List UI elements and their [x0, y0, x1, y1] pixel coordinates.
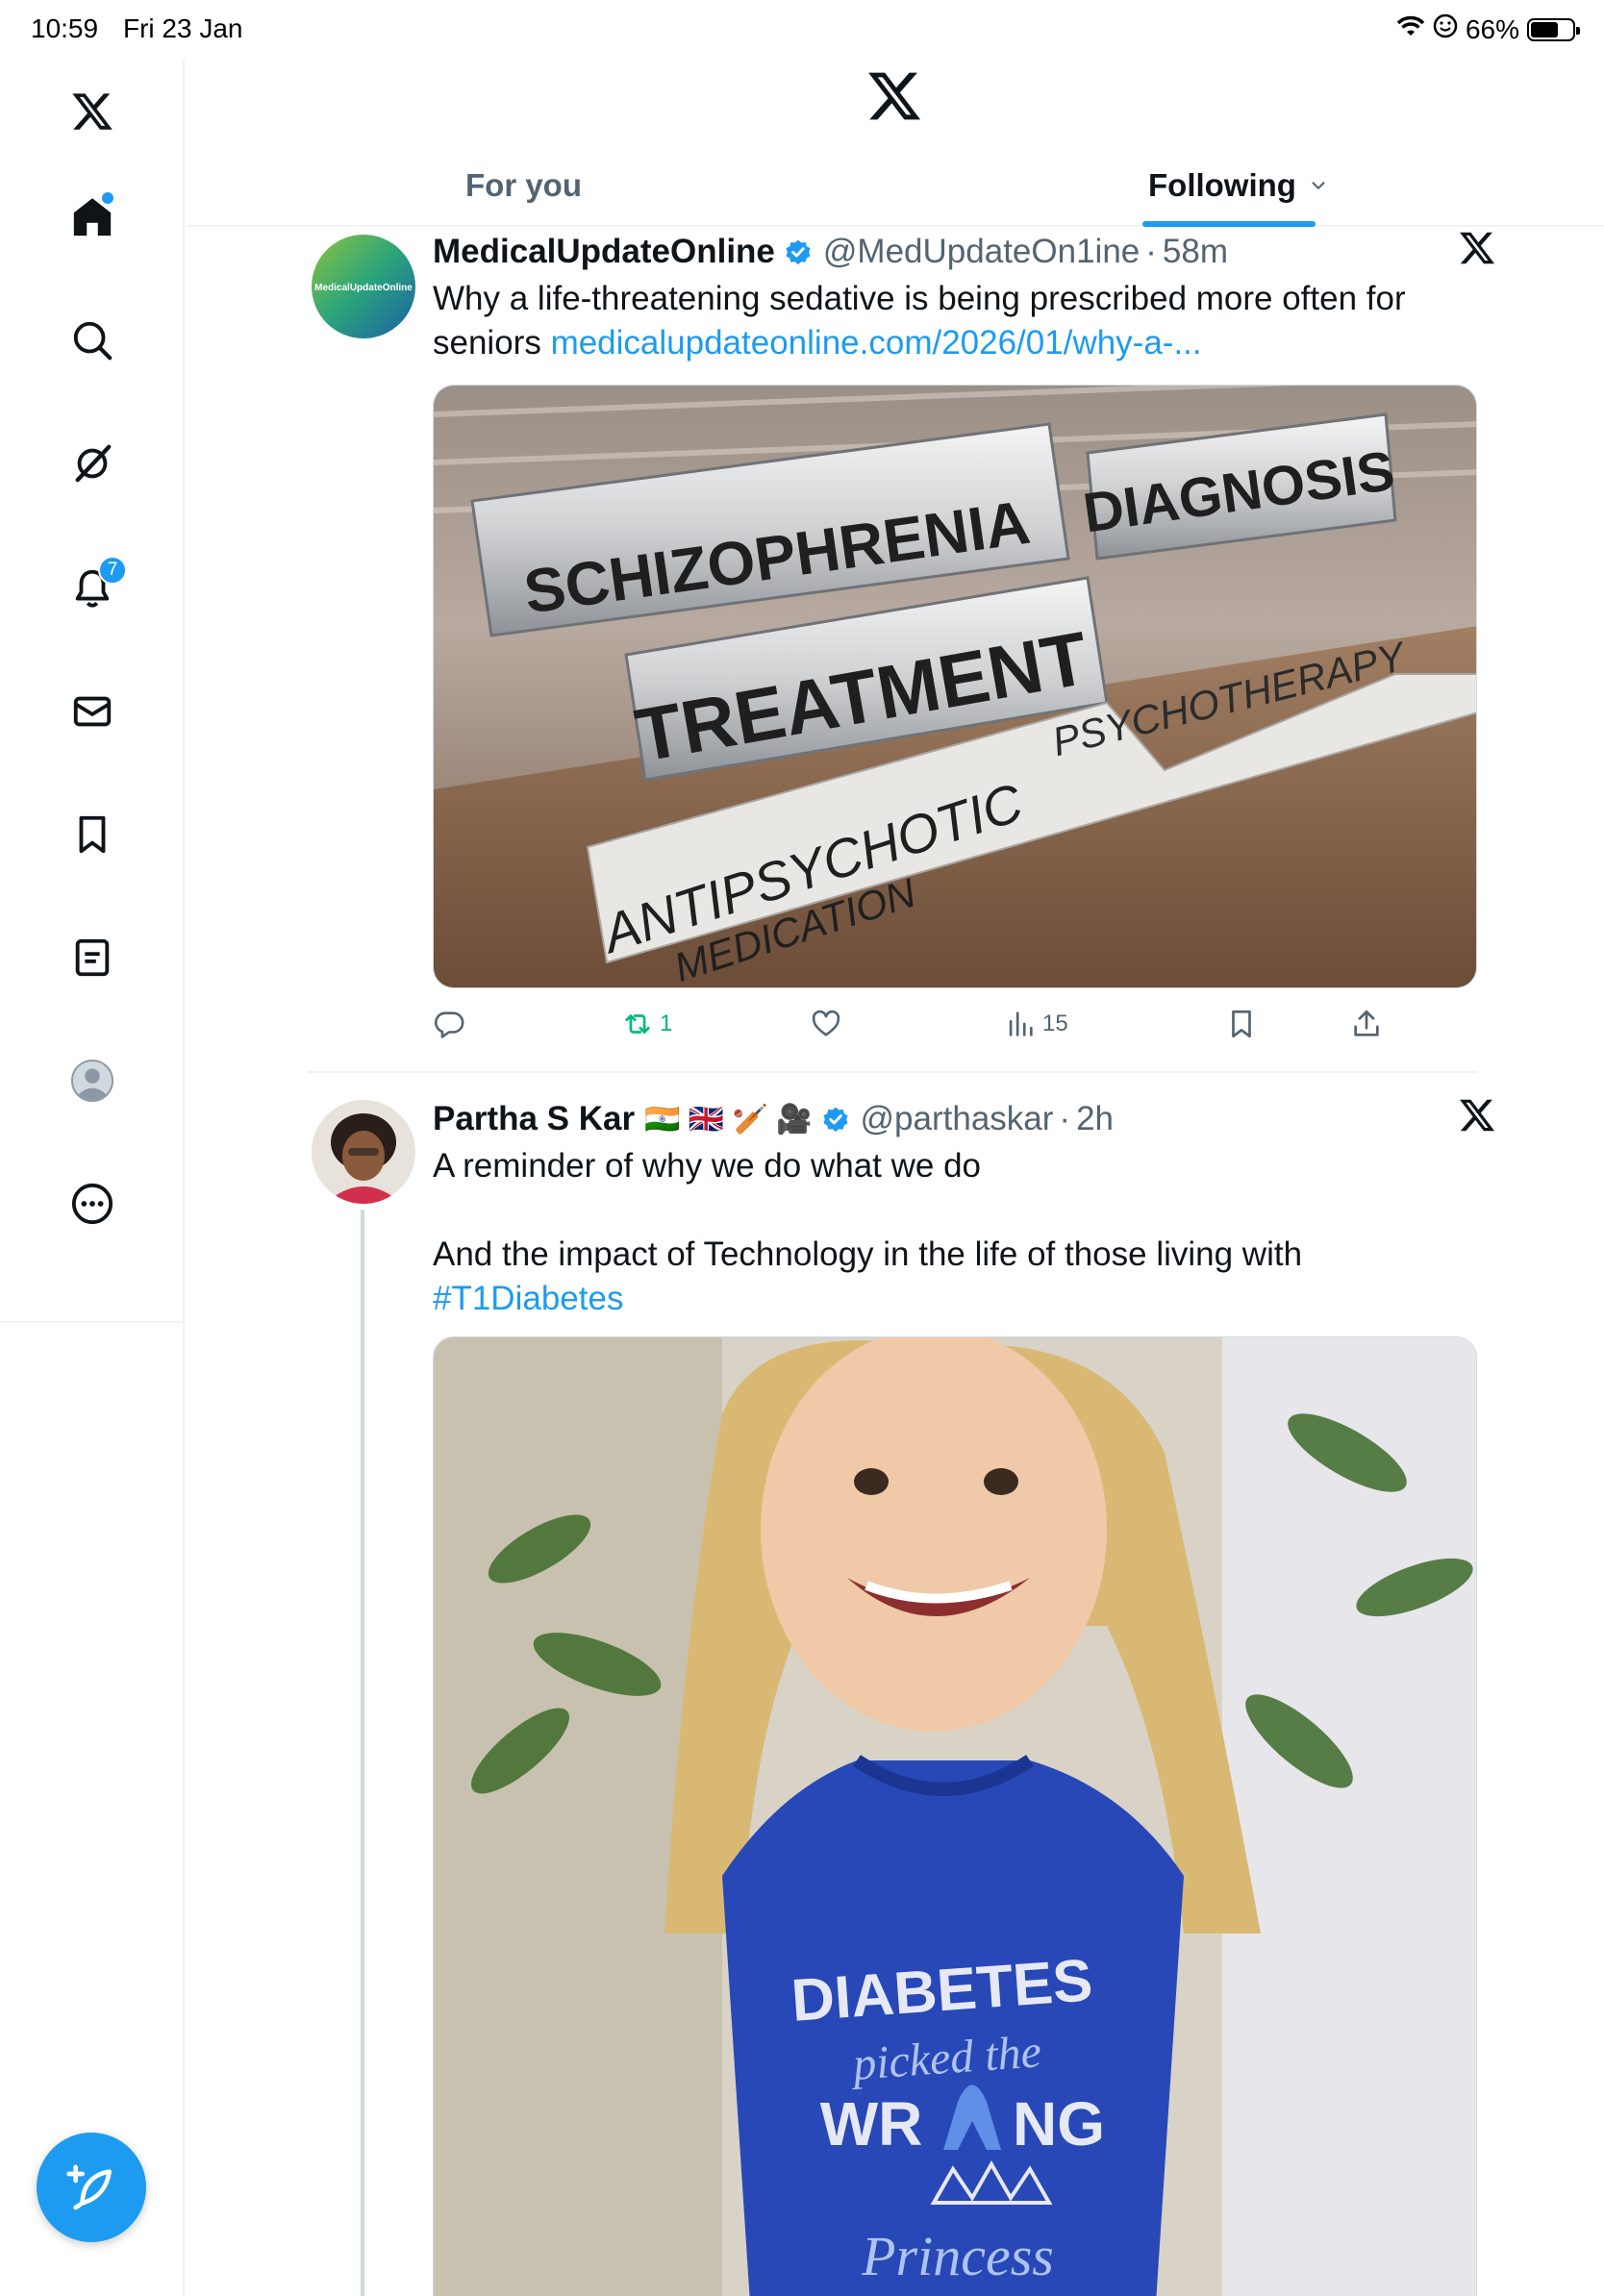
post-video[interactable]: DIABETES picked the WR NG Princess — [433, 1336, 1477, 2296]
chevron-down-icon[interactable] — [1308, 175, 1329, 196]
bookmarks-icon[interactable] — [63, 806, 121, 863]
sidebar-divider — [0, 1321, 185, 1323]
battery-level — [1531, 21, 1558, 37]
name-emoji-flags: 🇮🇳 🇬🇧 🏏 🎥 — [644, 1103, 813, 1136]
reply-icon — [435, 1011, 464, 1038]
x-logo-icon[interactable] — [63, 83, 121, 140]
post-actions: 1 15 — [433, 1008, 1477, 1056]
home-notification-dot — [102, 192, 113, 204]
profile-icon[interactable] — [63, 1052, 121, 1110]
verified-badge-icon — [783, 237, 814, 267]
tab-following[interactable]: Following — [1148, 144, 1329, 227]
avatar-logo-text: MedicalUpdateOnline — [314, 283, 413, 293]
tab-following-label: Following — [1148, 167, 1296, 203]
home-icon[interactable] — [63, 188, 121, 246]
like-button[interactable] — [810, 1008, 842, 1040]
avatar[interactable]: MedicalUpdateOnline — [312, 235, 415, 338]
post-time[interactable]: 58m — [1163, 233, 1228, 271]
reply-button[interactable] — [433, 1008, 465, 1040]
post-text: Why a life-threatening sedative is being… — [433, 277, 1452, 365]
shirt-text-ng: NG — [1013, 2089, 1105, 2159]
repost-count: 1 — [660, 1011, 673, 1036]
bookmark-button[interactable] — [1225, 1008, 1258, 1040]
messages-icon[interactable] — [63, 683, 121, 740]
tab-active-indicator — [1142, 221, 1316, 227]
focus-smiley-icon — [1433, 13, 1458, 45]
handle[interactable]: @MedUpdateOn1ine — [823, 233, 1140, 271]
status-bar: 10:59 Fri 23 Jan 66% — [0, 0, 1604, 60]
share-icon — [1354, 1010, 1379, 1036]
post-header: MedicalUpdateOnline @MedUpdateOn1ine · 5… — [433, 233, 1228, 271]
battery-icon — [1527, 17, 1580, 41]
post-image[interactable]: SCHIZOPHRENIA DIAGNOSIS TREATMENT PSYCHO… — [433, 385, 1477, 988]
hashtag-link[interactable]: #T1Diabetes — [433, 1277, 1452, 1321]
post-header: Partha S Kar 🇮🇳 🇬🇧 🏏 🎥 @parthaskar · 2h — [433, 1100, 1115, 1138]
post-text: A reminder of why we do what we do And t… — [433, 1144, 1452, 1321]
tab-for-you-label: For you — [465, 167, 582, 203]
avatar[interactable] — [312, 1100, 415, 1204]
views-count: 15 — [1042, 1011, 1068, 1036]
display-name[interactable]: MedicalUpdateOnline — [433, 233, 775, 271]
compose-icon — [66, 2164, 112, 2210]
heart-icon — [812, 1010, 840, 1036]
notifications-badge: 7 — [98, 556, 127, 585]
handle[interactable]: @parthaskar — [861, 1100, 1054, 1138]
shirt-text-princess: Princess — [861, 2225, 1054, 2287]
status-indicators: 66% — [1396, 13, 1580, 45]
repost-icon — [625, 1014, 650, 1034]
grok-x-icon[interactable] — [1458, 229, 1500, 271]
status-date: Fri 23 Jan — [123, 13, 243, 43]
verified-badge-icon — [820, 1104, 851, 1135]
sidebar-nav: 7 — [0, 60, 185, 2296]
header-x-logo-icon — [865, 67, 923, 125]
battery-percent: 66% — [1465, 13, 1519, 44]
wifi-icon — [1396, 14, 1425, 45]
grok-x-icon[interactable] — [1458, 1096, 1500, 1138]
tab-for-you[interactable]: For you — [465, 144, 582, 227]
compose-button[interactable] — [37, 2133, 146, 2242]
lists-icon[interactable] — [63, 929, 121, 986]
post-text-line2: And the impact of Technology in the life… — [433, 1235, 1303, 1273]
thread-line — [361, 1210, 364, 2296]
more-icon[interactable] — [63, 1175, 121, 1233]
post-text-line1: A reminder of why we do what we do — [433, 1147, 982, 1185]
display-name[interactable]: Partha S Kar — [433, 1100, 635, 1138]
timeline-tabs: For you Following — [187, 144, 1604, 227]
file-folders-image: SCHIZOPHRENIA DIAGNOSIS TREATMENT PSYCHO… — [434, 386, 1476, 987]
views-icon — [1009, 1011, 1033, 1036]
post-divider — [308, 1071, 1477, 1073]
status-time: 10:59 — [31, 13, 99, 43]
post-time[interactable]: 2h — [1076, 1100, 1114, 1138]
grok-icon[interactable] — [63, 435, 121, 492]
girl-tshirt-image: DIABETES picked the WR NG Princess — [434, 1337, 1476, 2296]
repost-button[interactable]: 1 — [621, 1008, 672, 1040]
bookmark-icon — [1232, 1010, 1251, 1038]
notifications-icon[interactable]: 7 — [63, 556, 127, 617]
shirt-text-wr: WR — [820, 2089, 923, 2159]
views-button[interactable]: 15 — [1004, 1008, 1068, 1040]
share-button[interactable] — [1350, 1008, 1383, 1040]
post-link[interactable]: medicalupdateonline.com/2026/01/why-a-..… — [551, 324, 1202, 362]
search-icon[interactable] — [63, 312, 121, 369]
